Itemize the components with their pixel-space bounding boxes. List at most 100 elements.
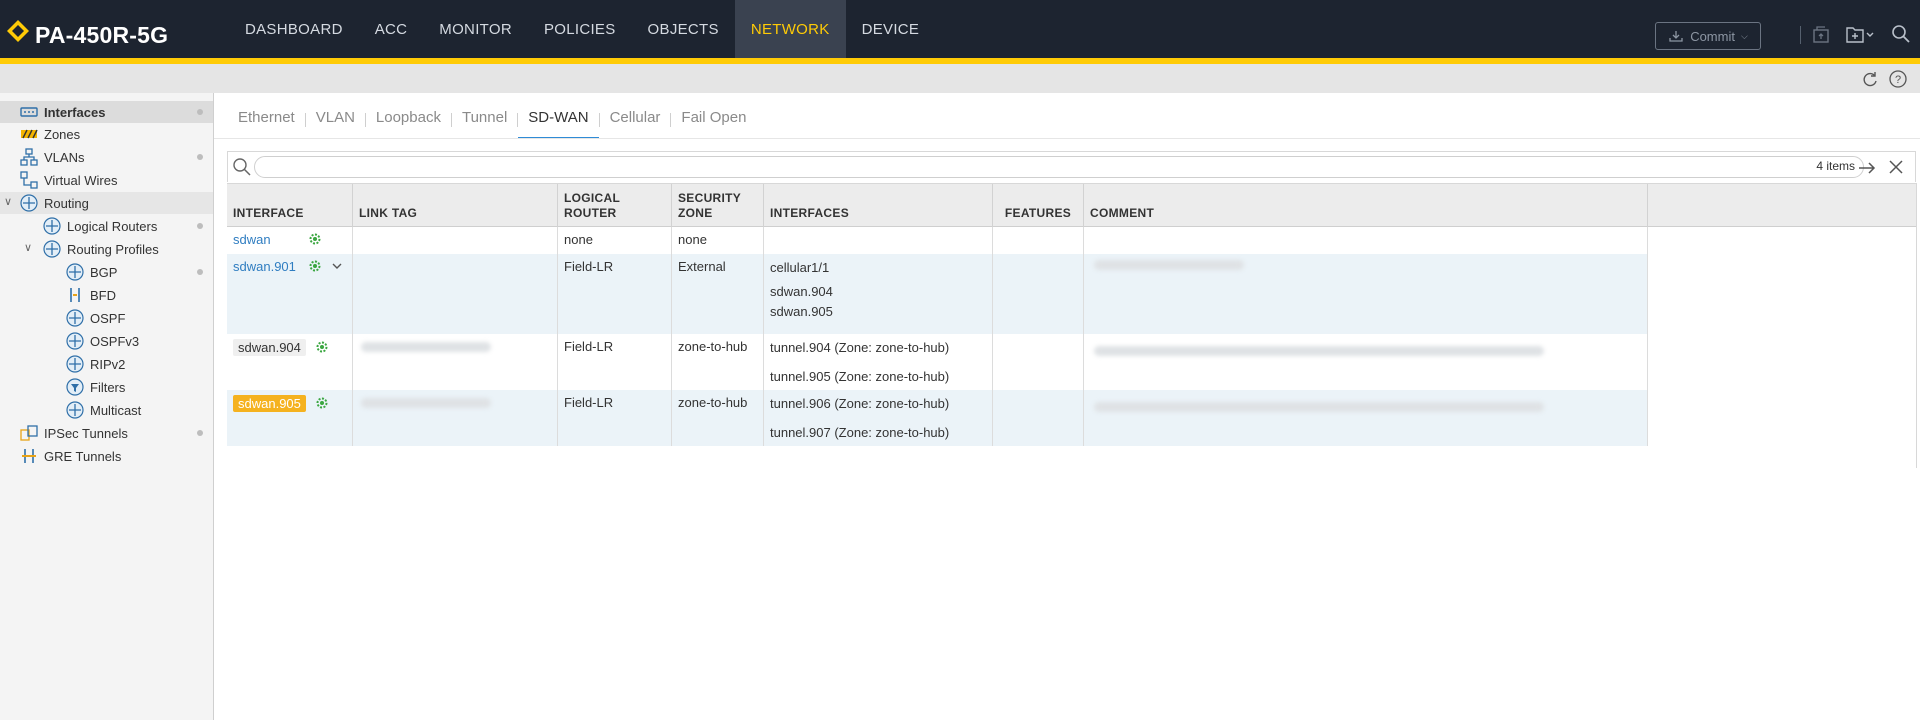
top-nav-bar: PA-450R-5G DASHBOARD ACC MONITOR POLICIE… — [0, 0, 1920, 58]
items-count: 4 items — [1816, 159, 1855, 173]
utility-bar: ? — [0, 64, 1920, 93]
lock-config-icon[interactable] — [1811, 24, 1833, 44]
sidebar-item-label: OSPF — [90, 310, 126, 326]
routing-icon — [66, 263, 84, 281]
sidebar-item-bfd[interactable]: BFD — [0, 284, 213, 306]
header-label: ZONE — [678, 206, 713, 220]
features-cell — [993, 334, 1084, 390]
sidebar-item-ospf[interactable]: OSPF — [0, 307, 213, 329]
sidebar-item-routing[interactable]: ∨ Routing — [0, 192, 213, 214]
tab-vlan[interactable]: VLAN — [306, 104, 365, 136]
sidebar-item-ipsec-tunnels[interactable]: IPSec Tunnels — [0, 422, 213, 444]
interface-type-tabs: Ethernet VLAN Loopback Tunnel SD-WAN Cel… — [228, 104, 756, 139]
routing-icon — [43, 217, 61, 235]
search-icon[interactable] — [1890, 24, 1912, 44]
nav-policies[interactable]: POLICIES — [528, 0, 632, 58]
paloalto-logo-icon — [7, 20, 29, 42]
chevron-down-icon[interactable]: ∨ — [24, 241, 32, 254]
refresh-icon[interactable] — [1860, 69, 1880, 89]
sidebar-item-gre-tunnels[interactable]: GRE Tunnels — [0, 445, 213, 467]
chevron-down-icon: ⌵ — [1740, 30, 1748, 41]
routing-icon — [66, 401, 84, 419]
filter-icon — [66, 378, 84, 396]
sidebar-item-filters[interactable]: Filters — [0, 376, 213, 398]
svg-text:?: ? — [1895, 74, 1901, 86]
tab-ethernet[interactable]: Ethernet — [228, 104, 305, 136]
logical-router-cell: none — [558, 227, 672, 254]
column-header-interface[interactable]: INTERFACE — [227, 184, 353, 227]
member-interface: sdwan.905 — [770, 304, 833, 319]
commit-label: Commit — [1690, 28, 1735, 44]
interface-tag[interactable]: sdwan.904 — [233, 339, 306, 356]
interface-tag[interactable]: sdwan.905 — [233, 395, 306, 412]
sidebar-item-label: Zones — [44, 126, 81, 142]
filter-input[interactable] — [254, 156, 1864, 178]
table-row[interactable]: sdwan.905 Field-LR zone-to-hub tunnel.90… — [227, 390, 1648, 446]
cell-text: Field-LR — [564, 339, 614, 354]
link-tag-cell — [353, 334, 558, 390]
gear-icon[interactable] — [315, 396, 329, 410]
redacted-link-tag — [361, 398, 491, 408]
gear-icon[interactable] — [315, 340, 329, 354]
table-row[interactable]: sdwan none none — [227, 227, 1648, 254]
gear-icon[interactable] — [308, 232, 322, 246]
tab-fail-open[interactable]: Fail Open — [671, 104, 756, 136]
comment-cell — [1084, 390, 1648, 446]
tab-cellular[interactable]: Cellular — [600, 104, 671, 136]
table-row[interactable]: sdwan.904 Field-LR zone-to-hub tunnel.90… — [227, 334, 1648, 390]
routing-icon — [66, 309, 84, 327]
column-header-logical-router[interactable]: LOGICAL ROUTER — [558, 184, 672, 227]
redacted-link-tag — [361, 342, 491, 352]
sidebar-item-routing-profiles[interactable]: ∨ Routing Profiles — [0, 238, 213, 260]
features-cell — [993, 254, 1084, 334]
column-header-interfaces[interactable]: INTERFACES — [764, 184, 993, 227]
header-label: FEATURES — [1004, 206, 1072, 220]
sidebar: Interfaces Zones VLANs Virtual Wires ∨ R… — [0, 93, 214, 720]
commit-button[interactable]: Commit ⌵ — [1655, 22, 1761, 50]
sidebar-item-vlans[interactable]: VLANs — [0, 146, 213, 168]
commit-icon — [1669, 31, 1683, 42]
chevron-down-icon[interactable]: ∨ — [4, 195, 12, 208]
gear-icon[interactable] — [308, 259, 322, 273]
chevron-down-icon[interactable] — [331, 260, 343, 272]
interface-link[interactable]: sdwan.901 — [233, 259, 296, 274]
apply-filter-arrow-icon[interactable] — [1857, 158, 1877, 178]
sidebar-item-ripv2[interactable]: RIPv2 — [0, 353, 213, 375]
column-header-comment[interactable]: COMMENT — [1084, 184, 1648, 227]
sidebar-item-ospfv3[interactable]: OSPFv3 — [0, 330, 213, 352]
nav-network[interactable]: NETWORK — [734, 0, 846, 58]
sidebar-item-interfaces[interactable]: Interfaces — [0, 101, 213, 123]
nav-device[interactable]: DEVICE — [846, 0, 936, 58]
column-header-link-tag[interactable]: LINK TAG — [353, 184, 558, 227]
config-menu-icon[interactable] — [1845, 24, 1875, 44]
column-header-features[interactable]: FEATURES — [993, 184, 1084, 227]
sidebar-item-multicast[interactable]: Multicast — [0, 399, 213, 421]
features-cell — [993, 227, 1084, 254]
link-tag-cell — [353, 390, 558, 446]
nav-objects[interactable]: OBJECTS — [632, 0, 735, 58]
tab-tunnel[interactable]: Tunnel — [452, 104, 517, 136]
sidebar-item-virtual-wires[interactable]: Virtual Wires — [0, 169, 213, 191]
logical-router-cell: Field-LR — [558, 390, 672, 446]
clear-filter-icon[interactable] — [1887, 158, 1905, 176]
sidebar-item-label: VLANs — [44, 149, 85, 165]
column-header-security-zone[interactable]: SECURITY ZONE — [672, 184, 764, 227]
nav-acc[interactable]: ACC — [359, 0, 424, 58]
zones-icon — [21, 129, 38, 139]
cell-text: Field-LR — [564, 395, 614, 410]
sidebar-item-zones[interactable]: Zones — [0, 123, 213, 145]
nav-monitor[interactable]: MONITOR — [423, 0, 528, 58]
header-label: LOGICAL — [564, 191, 621, 205]
help-icon[interactable]: ? — [1888, 69, 1908, 89]
sidebar-item-bgp[interactable]: BGP — [0, 261, 213, 283]
interfaces-cell — [764, 227, 993, 254]
interface-cell: sdwan.905 — [227, 390, 353, 446]
tab-sd-wan[interactable]: SD-WAN — [518, 104, 599, 139]
tab-loopback[interactable]: Loopback — [366, 104, 451, 136]
security-zone-cell: zone-to-hub — [672, 390, 764, 446]
table-row[interactable]: sdwan.901 Field-LR External cellular1/1 … — [227, 254, 1648, 334]
status-dot — [197, 430, 203, 436]
interface-link[interactable]: sdwan — [233, 232, 271, 247]
nav-dashboard[interactable]: DASHBOARD — [229, 0, 359, 58]
sidebar-item-logical-routers[interactable]: Logical Routers — [0, 215, 213, 237]
